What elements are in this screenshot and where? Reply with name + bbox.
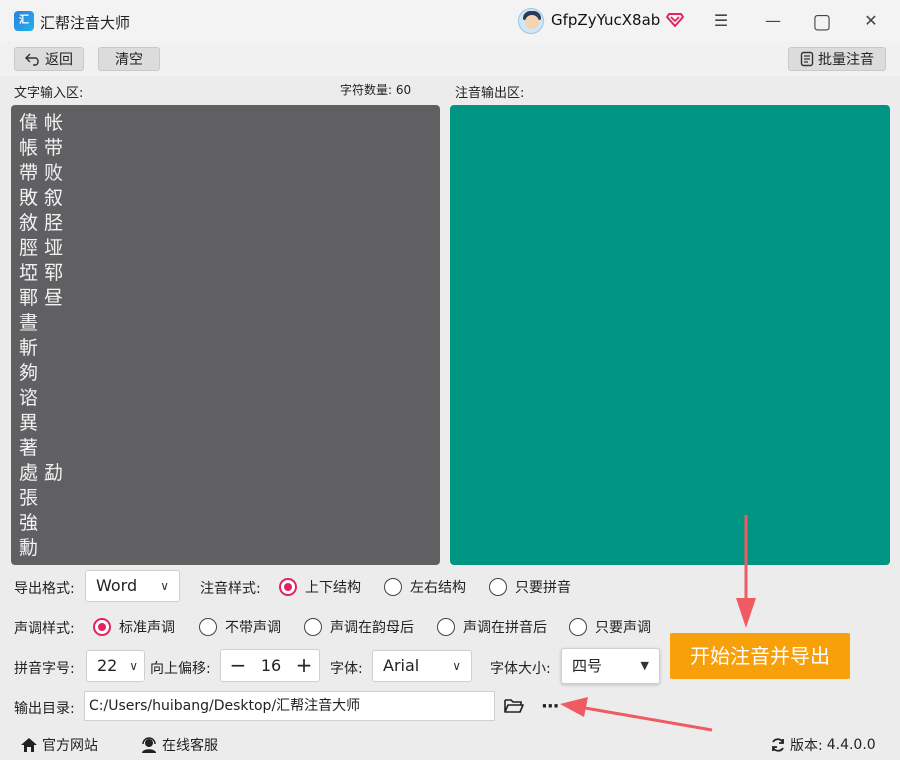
radio-unchecked-icon — [384, 578, 402, 596]
radio-unchecked-icon — [437, 618, 455, 636]
font-size-value: 四号 — [572, 657, 603, 675]
chevron-down-icon: ∨ — [160, 579, 169, 593]
minimize-button[interactable]: — — [760, 8, 786, 34]
online-support-link[interactable]: 在线客服 — [140, 735, 218, 755]
batch-label: 批量注音 — [818, 52, 874, 68]
radio-label: 左右结构 — [410, 580, 466, 596]
output-dir-input[interactable]: C:/Users/huibang/Desktop/汇帮注音大师 — [84, 691, 495, 721]
menu-icon[interactable]: ☰ — [708, 8, 734, 34]
char-count: 字符数量: 60 — [340, 81, 411, 98]
font-size-select[interactable]: 四号 ▼ — [561, 648, 660, 684]
version-info[interactable]: 版本: 4.4.0.0 — [770, 735, 876, 755]
username[interactable]: GfpZyYucX8ab — [551, 11, 660, 29]
radio-label: 只要拼音 — [515, 580, 571, 596]
radio-label: 上下结构 — [305, 580, 361, 596]
radio-tone-after-pinyin[interactable]: 声调在拼音后 — [437, 617, 547, 637]
offset-value[interactable]: 16 — [253, 650, 289, 681]
radio-unchecked-icon — [304, 618, 322, 636]
font-select[interactable]: Arial ∨ — [372, 650, 472, 682]
output-dir-label: 输出目录: — [14, 701, 75, 717]
char-count-label: 字符数量: — [340, 83, 393, 97]
radio-label: 标准声调 — [119, 620, 175, 636]
export-format-select[interactable]: Word ∨ — [85, 570, 180, 602]
output-section-label: 注音输出区: — [455, 86, 525, 101]
version-label: 版本: — [790, 738, 823, 754]
back-arrow-icon — [25, 53, 39, 66]
close-button[interactable]: ✕ — [858, 8, 884, 34]
font-value: Arial — [383, 656, 420, 675]
app-title: 汇帮注音大师 — [40, 14, 131, 32]
start-export-button[interactable]: 开始注音并导出 — [670, 633, 850, 679]
radio-checked-icon — [93, 618, 111, 636]
phonetic-output-area[interactable] — [450, 105, 890, 565]
headset-icon — [142, 737, 156, 753]
radio-phonetic-left-right[interactable]: 左右结构 — [384, 577, 466, 597]
export-format-value: Word — [96, 576, 138, 595]
user-avatar[interactable] — [518, 8, 544, 34]
increment-button[interactable]: + — [291, 650, 317, 681]
input-text[interactable]: 偉 帐 帳 带 帶 败 敗 叙 敘 胫 脛 垭 埡 郓 鄆 昼 晝 斬 夠 谘 … — [19, 111, 432, 559]
radio-tone-only[interactable]: 只要声调 — [569, 617, 651, 637]
batch-phonetic-button[interactable]: 批量注音 — [788, 47, 886, 71]
status-bar: 官方网站 在线客服 版本: 4.4.0.0 — [0, 728, 900, 760]
export-format-label: 导出格式: — [14, 581, 75, 597]
radio-tone-standard[interactable]: 标准声调 — [93, 617, 175, 637]
text-input-area[interactable]: 偉 帐 帳 带 帶 败 敗 叙 敘 胫 脛 垭 埡 郓 鄆 昼 晝 斬 夠 谘 … — [11, 105, 440, 565]
toolbar: 返回 清空 批量注音 — [0, 42, 900, 76]
app-logo: 汇 — [14, 11, 34, 31]
radio-label: 声调在拼音后 — [463, 620, 547, 636]
chevron-down-icon: ∨ — [129, 659, 138, 673]
pinyin-size-select[interactable]: 22 ∨ — [86, 650, 145, 682]
chevron-down-icon: ∨ — [452, 659, 461, 673]
maximize-button[interactable]: ▢ — [809, 8, 835, 34]
font-label: 字体: — [330, 661, 363, 677]
offset-label: 向上偏移: — [150, 661, 211, 677]
tone-style-label: 声调样式: — [14, 621, 75, 637]
radio-label: 声调在韵母后 — [330, 620, 414, 636]
radio-pinyin-only[interactable]: 只要拼音 — [489, 577, 571, 597]
phonetic-style-label: 注音样式: — [200, 581, 261, 597]
caret-down-icon: ▼ — [640, 659, 649, 672]
support-label: 在线客服 — [162, 738, 218, 754]
radio-phonetic-top-bottom[interactable]: 上下结构 — [279, 577, 361, 597]
clear-button[interactable]: 清空 — [98, 47, 160, 71]
refresh-icon — [772, 738, 784, 752]
more-options-icon[interactable]: ··· — [541, 696, 559, 717]
font-size-label: 字体大小: — [490, 661, 551, 677]
version-value: 4.4.0.0 — [826, 737, 876, 753]
input-section-label: 文字输入区: — [14, 86, 84, 101]
folder-open-icon[interactable] — [503, 697, 525, 715]
official-website-link[interactable]: 官方网站 — [20, 735, 98, 755]
radio-tone-after-final[interactable]: 声调在韵母后 — [304, 617, 414, 637]
radio-unchecked-icon — [489, 578, 507, 596]
back-button[interactable]: 返回 — [14, 47, 84, 71]
radio-label: 只要声调 — [595, 620, 651, 636]
pinyin-size-value: 22 — [97, 656, 118, 675]
decrement-button[interactable]: − — [225, 650, 251, 681]
radio-checked-icon — [279, 578, 297, 596]
radio-label: 不带声调 — [225, 620, 281, 636]
pinyin-size-label: 拼音字号: — [14, 661, 75, 677]
radio-tone-none[interactable]: 不带声调 — [199, 617, 281, 637]
radio-unchecked-icon — [569, 618, 587, 636]
home-icon — [21, 738, 37, 752]
website-label: 官方网站 — [42, 738, 98, 754]
offset-stepper[interactable]: − 16 + — [220, 649, 320, 682]
back-label: 返回 — [45, 52, 73, 68]
radio-unchecked-icon — [199, 618, 217, 636]
document-icon — [800, 51, 814, 67]
title-bar: 汇 汇帮注音大师 GfpZyYucX8ab ☰ — ▢ ✕ — [0, 0, 900, 42]
vip-diamond-icon[interactable] — [665, 9, 685, 29]
left-arrow-to-more-options — [560, 697, 713, 732]
char-count-value: 60 — [395, 83, 412, 97]
clear-label: 清空 — [115, 52, 143, 68]
